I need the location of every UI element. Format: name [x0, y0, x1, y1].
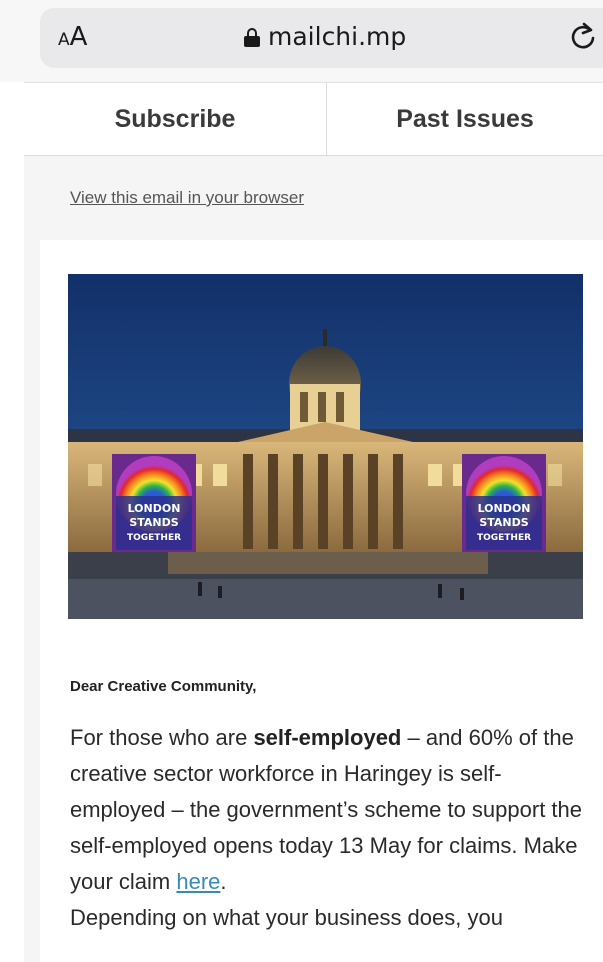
p1-text-end: . — [220, 869, 227, 894]
p1-text-a: For those who are — [70, 725, 254, 750]
banner-text-right-3: TOGETHER — [477, 533, 531, 543]
hero-image: LONDON STANDS TOGETHER LONDON STANDS TOG… — [68, 274, 583, 619]
banner-text-left-2: STANDS — [129, 516, 178, 529]
reload-icon[interactable] — [568, 20, 598, 52]
banner-text-left-3: TOGETHER — [127, 533, 181, 543]
url-text[interactable]: mailchi.mp — [268, 22, 406, 51]
subscribe-link[interactable]: Subscribe — [24, 83, 326, 155]
email-greeting: Dear Creative Community, — [70, 678, 257, 695]
lock-icon — [244, 28, 260, 47]
claim-here-link[interactable]: here — [176, 869, 220, 894]
banner-text-right-1: LONDON — [478, 502, 531, 515]
email-paragraph-2: Depending on what your business does, yo… — [70, 905, 503, 930]
text-size-button[interactable]: AA — [58, 22, 87, 52]
banner-text-right-2: STANDS — [479, 516, 528, 529]
email-paragraph-1: For those who are self-employed – and 60… — [70, 720, 590, 900]
past-issues-link[interactable]: Past Issues — [327, 83, 603, 155]
p1-text-b: – and 60% of the creative sector workfor… — [70, 725, 583, 894]
p1-bold-text: self-employed — [253, 725, 402, 750]
banner-text-left-1: LONDON — [128, 502, 181, 515]
mailchimp-nav: Subscribe Past Issues — [24, 82, 603, 156]
browser-toolbar: AA mailchi.mp — [0, 0, 603, 82]
view-in-browser-link[interactable]: View this email in your browser — [70, 188, 304, 208]
